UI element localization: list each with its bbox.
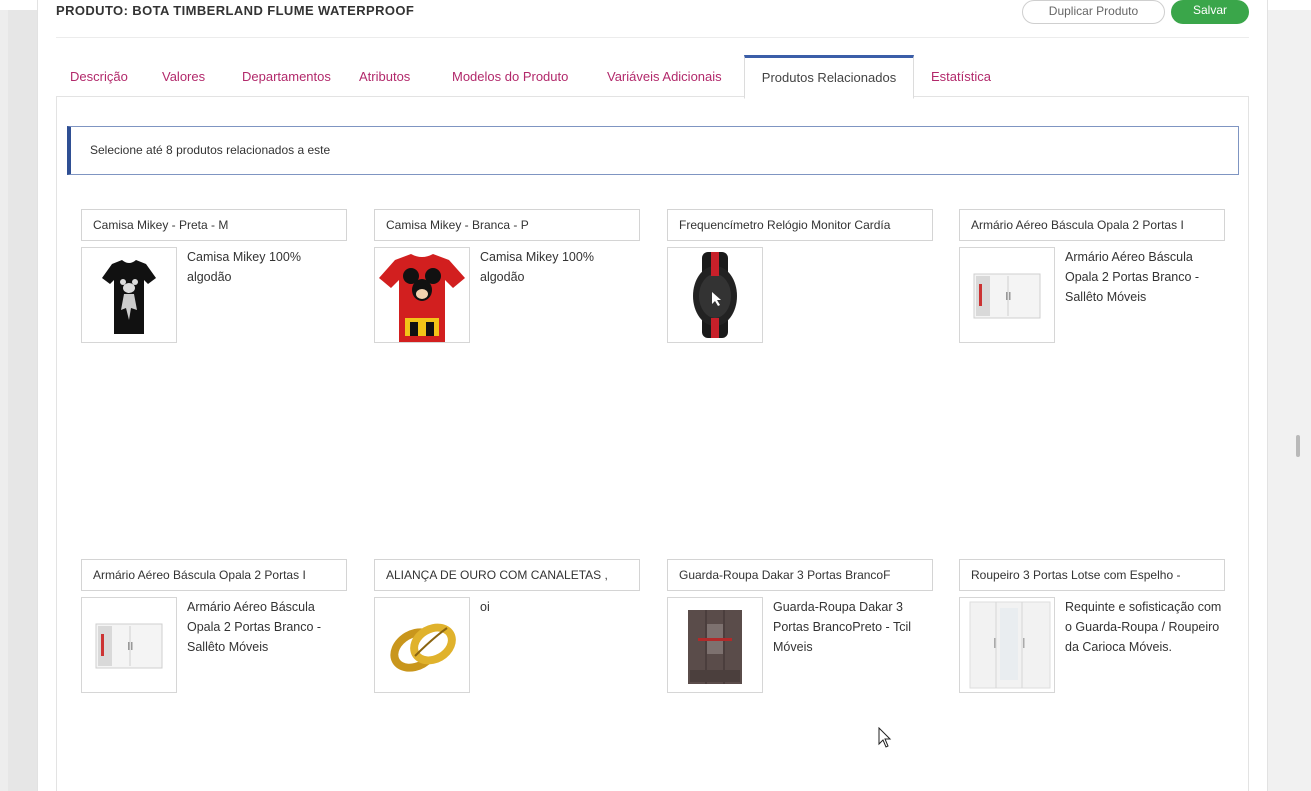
tab-estatistica[interactable]: Estatística [931,55,991,97]
tab-variaveis-adicionais[interactable]: Variáveis Adicionais [607,55,722,97]
product-description: Guarda-Roupa Dakar 3 Portas BrancoPreto … [773,600,912,654]
black-mickey-shirt-image [81,247,177,343]
tab-content-panel [56,96,1249,791]
product-description: Camisa Mikey 100% algodão [480,250,594,284]
product-select[interactable]: Camisa Mikey - Branca - P [374,209,640,241]
product-select[interactable]: Guarda-Roupa Dakar 3 Portas BrancoF [667,559,933,591]
tab-produtos-relacionados[interactable]: Produtos Relacionados [744,55,914,99]
product-select[interactable]: Frequencímetro Relógio Monitor Cardía [667,209,933,241]
white-cabinet-image [81,597,177,693]
product-description: Requinte e sofisticação com o Guarda-Rou… [1065,600,1222,654]
mouse-pointer-icon [878,727,892,748]
tab-modelos-do-produto[interactable]: Modelos do Produto [452,55,568,97]
save-button[interactable]: Salvar [1171,0,1249,24]
gold-rings-image [374,597,470,693]
product-select[interactable]: Armário Aéreo Báscula Opala 2 Portas I [959,209,1225,241]
product-description: Armário Aéreo Báscula Opala 2 Portas Bra… [187,600,322,654]
tab-descricao[interactable]: Descrição [70,55,128,97]
product-description: Camisa Mikey 100% algodão [187,250,301,284]
page-title: PRODUTO: BOTA TIMBERLAND FLUME WATERPROO… [56,3,415,18]
product-description: Armário Aéreo Báscula Opala 2 Portas Bra… [1065,250,1200,304]
scrollbar-thumb[interactable] [1296,435,1300,457]
product-select[interactable]: Camisa Mikey - Preta - M [81,209,347,241]
red-mickey-shirt-image [374,247,470,343]
product-select[interactable]: Roupeiro 3 Portas Lotse com Espelho - [959,559,1225,591]
left-gutter [0,10,8,791]
tab-bar: Descrição Valores Departamentos Atributo… [56,55,1249,99]
heart-rate-watch-image [667,247,763,343]
header-divider [56,37,1249,38]
product-description: oi [480,600,490,614]
white-cabinet-image [959,247,1055,343]
info-message: Selecione até 8 produtos relacionados a … [67,126,1239,175]
tab-atributos[interactable]: Atributos [359,55,410,97]
product-select[interactable]: ALIANÇA DE OURO COM CANALETAS , [374,559,640,591]
tab-valores[interactable]: Valores [162,55,205,97]
wardrobe-image [667,597,763,693]
tab-departamentos[interactable]: Departamentos [242,55,331,97]
product-select[interactable]: Armário Aéreo Báscula Opala 2 Portas I [81,559,347,591]
white-wardrobe-image [959,597,1055,693]
scrollbar-track[interactable] [1268,10,1311,791]
duplicate-product-button[interactable]: Duplicar Produto [1022,0,1165,24]
